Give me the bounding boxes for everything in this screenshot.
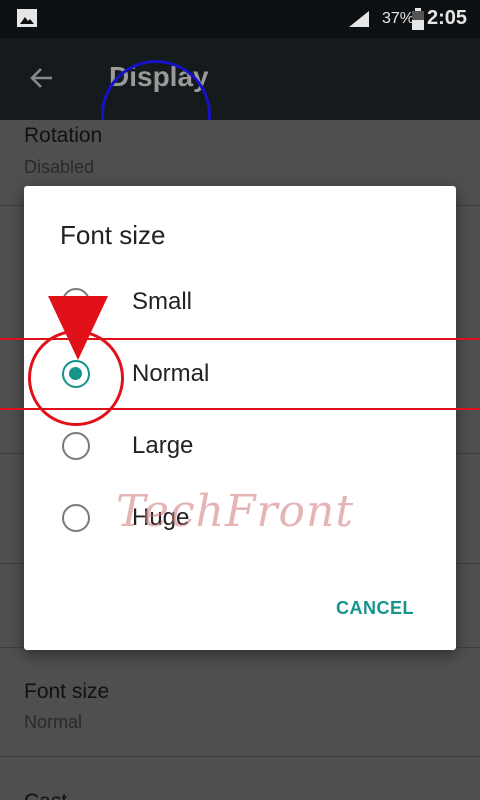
image-notification-icon [17,9,37,27]
setting-value: Normal [24,712,83,732]
radio-button[interactable] [62,432,90,460]
dialog-title: Font size [60,220,166,250]
setting-title: Font size [24,680,110,703]
app-toolbar: Display [0,38,480,170]
battery-percentage: 37% [382,10,415,27]
setting-title: Cast [24,790,67,800]
cancel-button[interactable]: CANCEL [336,598,414,619]
battery-icon [412,8,424,30]
status-bar: 37% 2:05 [0,0,480,38]
setting-cast[interactable]: Cast [0,788,480,800]
setting-font-size[interactable]: Font size Normal [0,670,480,750]
setting-value: Disabled [24,157,95,177]
radio-button[interactable] [62,504,90,532]
divider [0,756,480,757]
signal-icon [349,11,369,27]
back-arrow-icon[interactable] [28,64,56,92]
option-label: Large [132,432,194,459]
watermark: TechFront [116,486,355,537]
option-label: Normal [132,360,210,387]
option-label: Small [132,288,193,315]
setting-title: Rotation [24,124,103,147]
red-arrow-annotation [48,296,108,360]
status-clock: 2:05 [427,7,468,29]
